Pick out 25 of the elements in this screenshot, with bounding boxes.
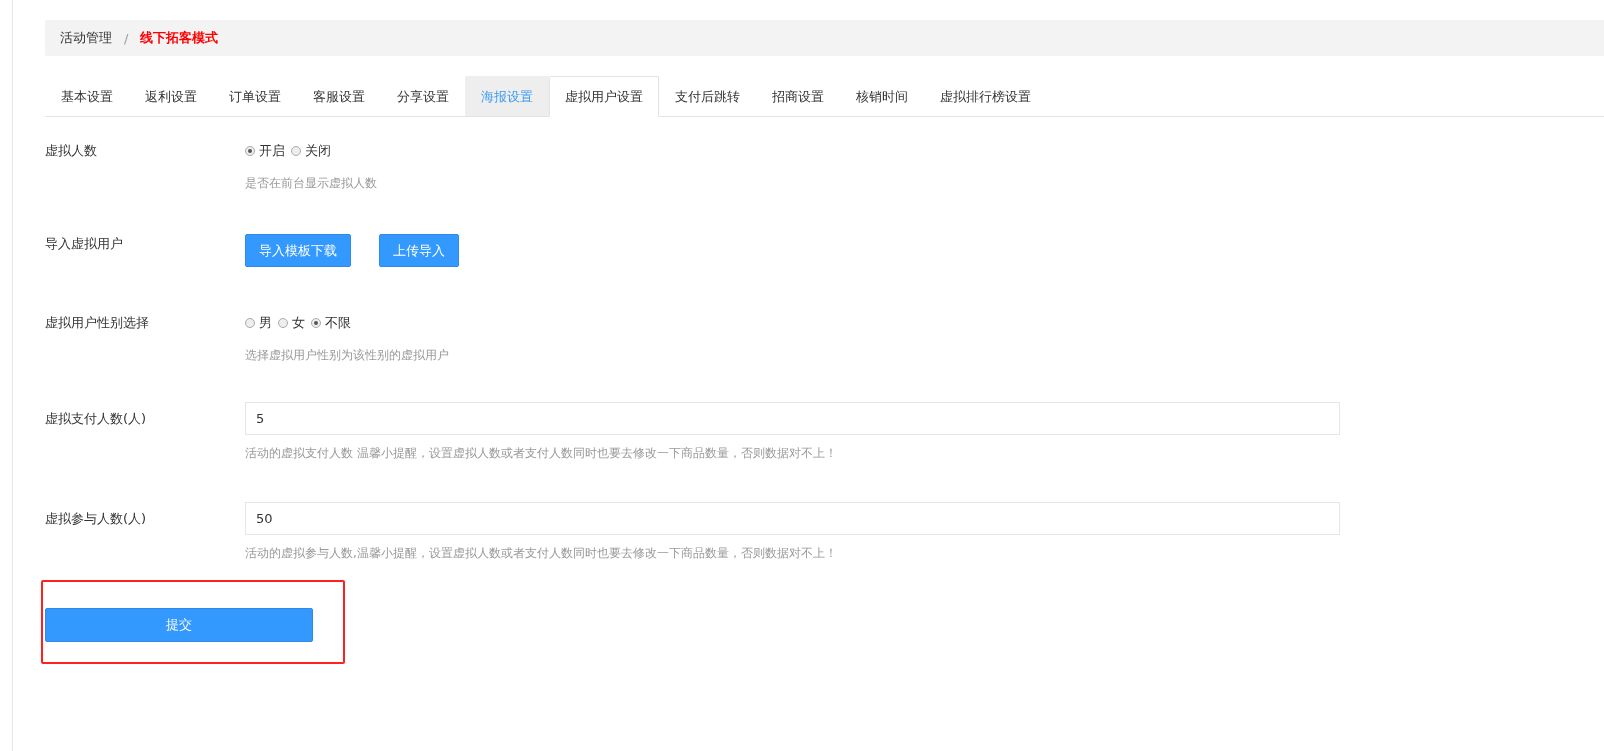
number-input[interactable]: 50 [245, 502, 1340, 535]
help-text: 是否在前台显示虚拟人数 [245, 175, 378, 192]
help-text: 活动的虚拟参与人数,温馨小提醒，设置虚拟人数或者支付人数同时也要去修改一下商品数量，否则数据对不上！ [245, 545, 838, 562]
breadcrumb-item[interactable]: 活动管理 [60, 29, 112, 47]
radio-button[interactable] [245, 318, 255, 328]
radio-button[interactable] [291, 146, 301, 156]
field-label: 虚拟人数 [45, 142, 98, 160]
radio-label: 开启 [259, 142, 285, 160]
field-label: 虚拟参与人数(人) [45, 510, 148, 528]
field-label: 虚拟用户性别选择 [45, 314, 150, 332]
radio-label: 不限 [325, 314, 351, 332]
radio-button[interactable] [311, 318, 321, 328]
field-label: 导入虚拟用户 [45, 235, 124, 253]
help-text: 选择虚拟用户性别为该性别的虚拟用户 [245, 347, 450, 364]
help-text: 活动的虚拟支付人数 温馨小提醒，设置虚拟人数或者支付人数同时也要去修改一下商品数量，否则数据对不上！ [245, 445, 838, 462]
number-input[interactable]: 5 [245, 402, 1340, 435]
radio-label: 男 [259, 314, 272, 332]
radio-label: 关闭 [305, 142, 331, 160]
tab[interactable]: 虚拟用户设置 [549, 76, 659, 117]
radio-label: 女 [292, 314, 305, 332]
field-label: 虚拟支付人数(人) [45, 410, 148, 428]
breadcrumb-item[interactable]: 线下拓客模式 [140, 29, 219, 47]
radio-button[interactable] [245, 146, 255, 156]
breadcrumb-separator: / [124, 30, 129, 46]
radio-button[interactable] [278, 318, 288, 328]
